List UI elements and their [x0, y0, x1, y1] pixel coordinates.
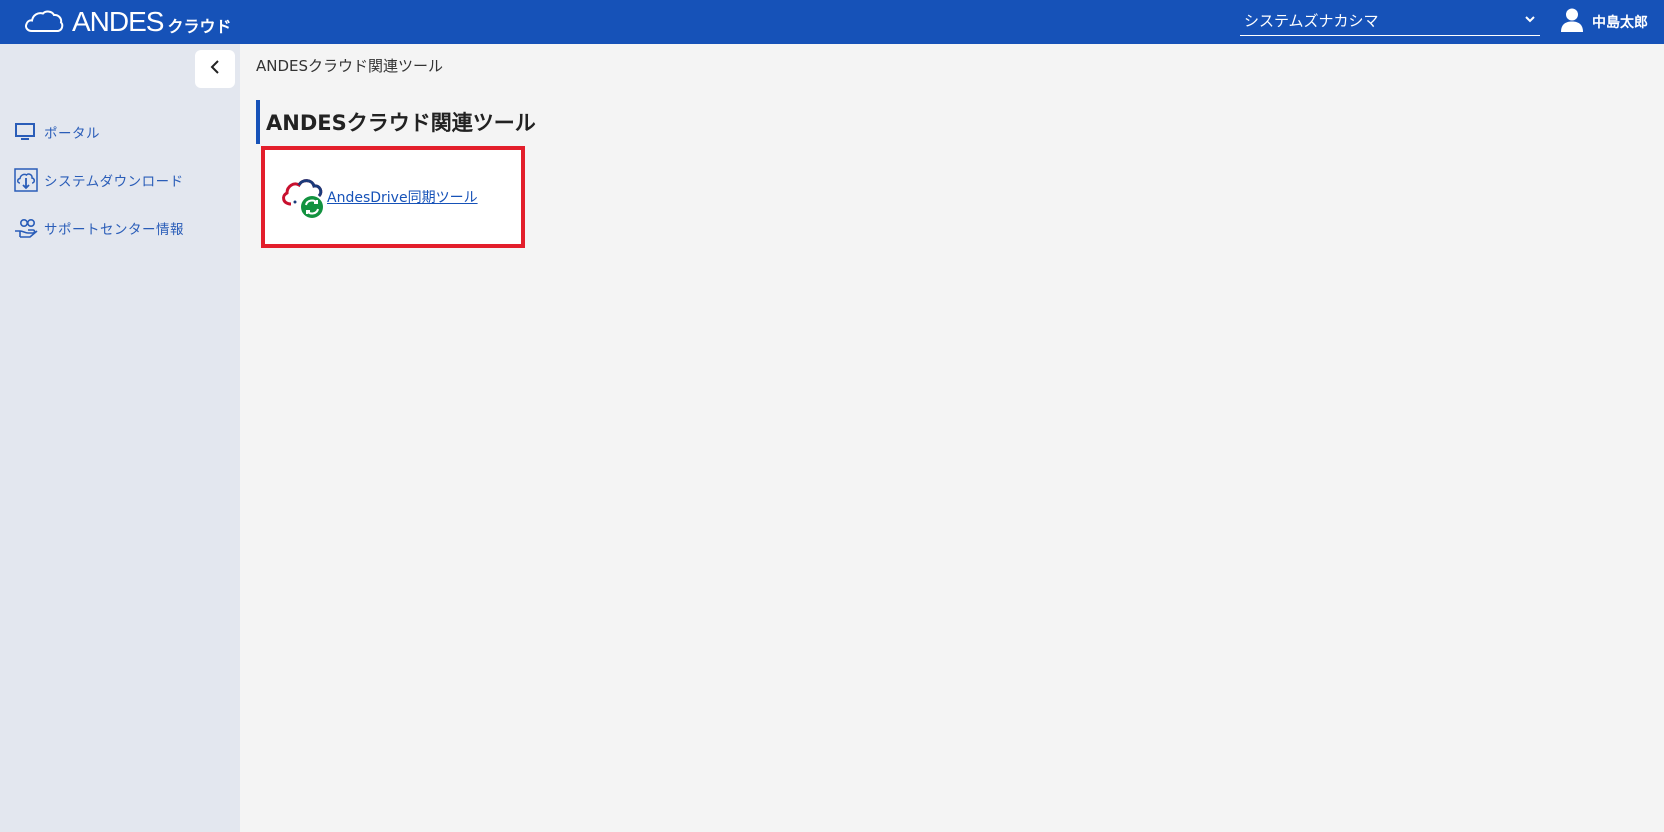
organization-select-value: システムズナカシマ — [1244, 12, 1379, 30]
sidebar-item-label: サポートセンター情報 — [44, 222, 184, 238]
andesdrive-sync-icon[interactable] — [277, 174, 325, 220]
organization-select[interactable]: システムズナカシマ — [1240, 6, 1540, 36]
sidebar-item-system-download[interactable]: システムダウンロード — [14, 168, 184, 192]
page-title-text: ANDESクラウド関連ツール — [266, 111, 536, 135]
user-name: 中島太郎 — [1592, 15, 1648, 31]
sidebar-item-label: ポータル — [44, 126, 100, 142]
cloud-download-icon — [14, 168, 40, 192]
chevron-left-icon — [209, 59, 221, 79]
cloud-logo-icon — [25, 10, 64, 32]
sidebar-item-portal[interactable]: ポータル — [14, 120, 184, 144]
top-bar: ANDES クラウド システムズナカシマ 中島太郎 — [0, 0, 1664, 44]
user-menu[interactable]: 中島太郎 — [1560, 8, 1648, 36]
andesdrive-sync-tool-link[interactable]: AndesDrive同期ツール — [327, 187, 478, 207]
breadcrumb: ANDESクラウド関連ツール — [256, 57, 444, 75]
sidebar-item-label: システムダウンロード — [44, 174, 184, 190]
page-title: ANDESクラウド関連ツール — [256, 100, 536, 144]
brand-logo[interactable]: ANDES クラウド — [24, 6, 231, 38]
brand-subtitle: クラウド — [167, 17, 232, 36]
main-content: ANDESクラウド関連ツール ANDESクラウド関連ツール AndesDrive… — [240, 44, 1664, 832]
sidebar-collapse-button[interactable] — [195, 50, 235, 88]
brand-name: ANDES — [72, 6, 164, 37]
tool-card-andesdrive: AndesDrive同期ツール — [261, 146, 525, 248]
monitor-icon — [14, 120, 40, 144]
support-hand-icon — [14, 216, 40, 240]
user-icon — [1560, 7, 1584, 37]
chevron-down-icon — [1524, 13, 1536, 28]
sidebar: ポータル システムダウンロード サポートセンター情報 — [0, 44, 240, 832]
sidebar-nav: ポータル システムダウンロード サポートセンター情報 — [14, 120, 184, 264]
sidebar-item-support-center[interactable]: サポートセンター情報 — [14, 216, 184, 240]
